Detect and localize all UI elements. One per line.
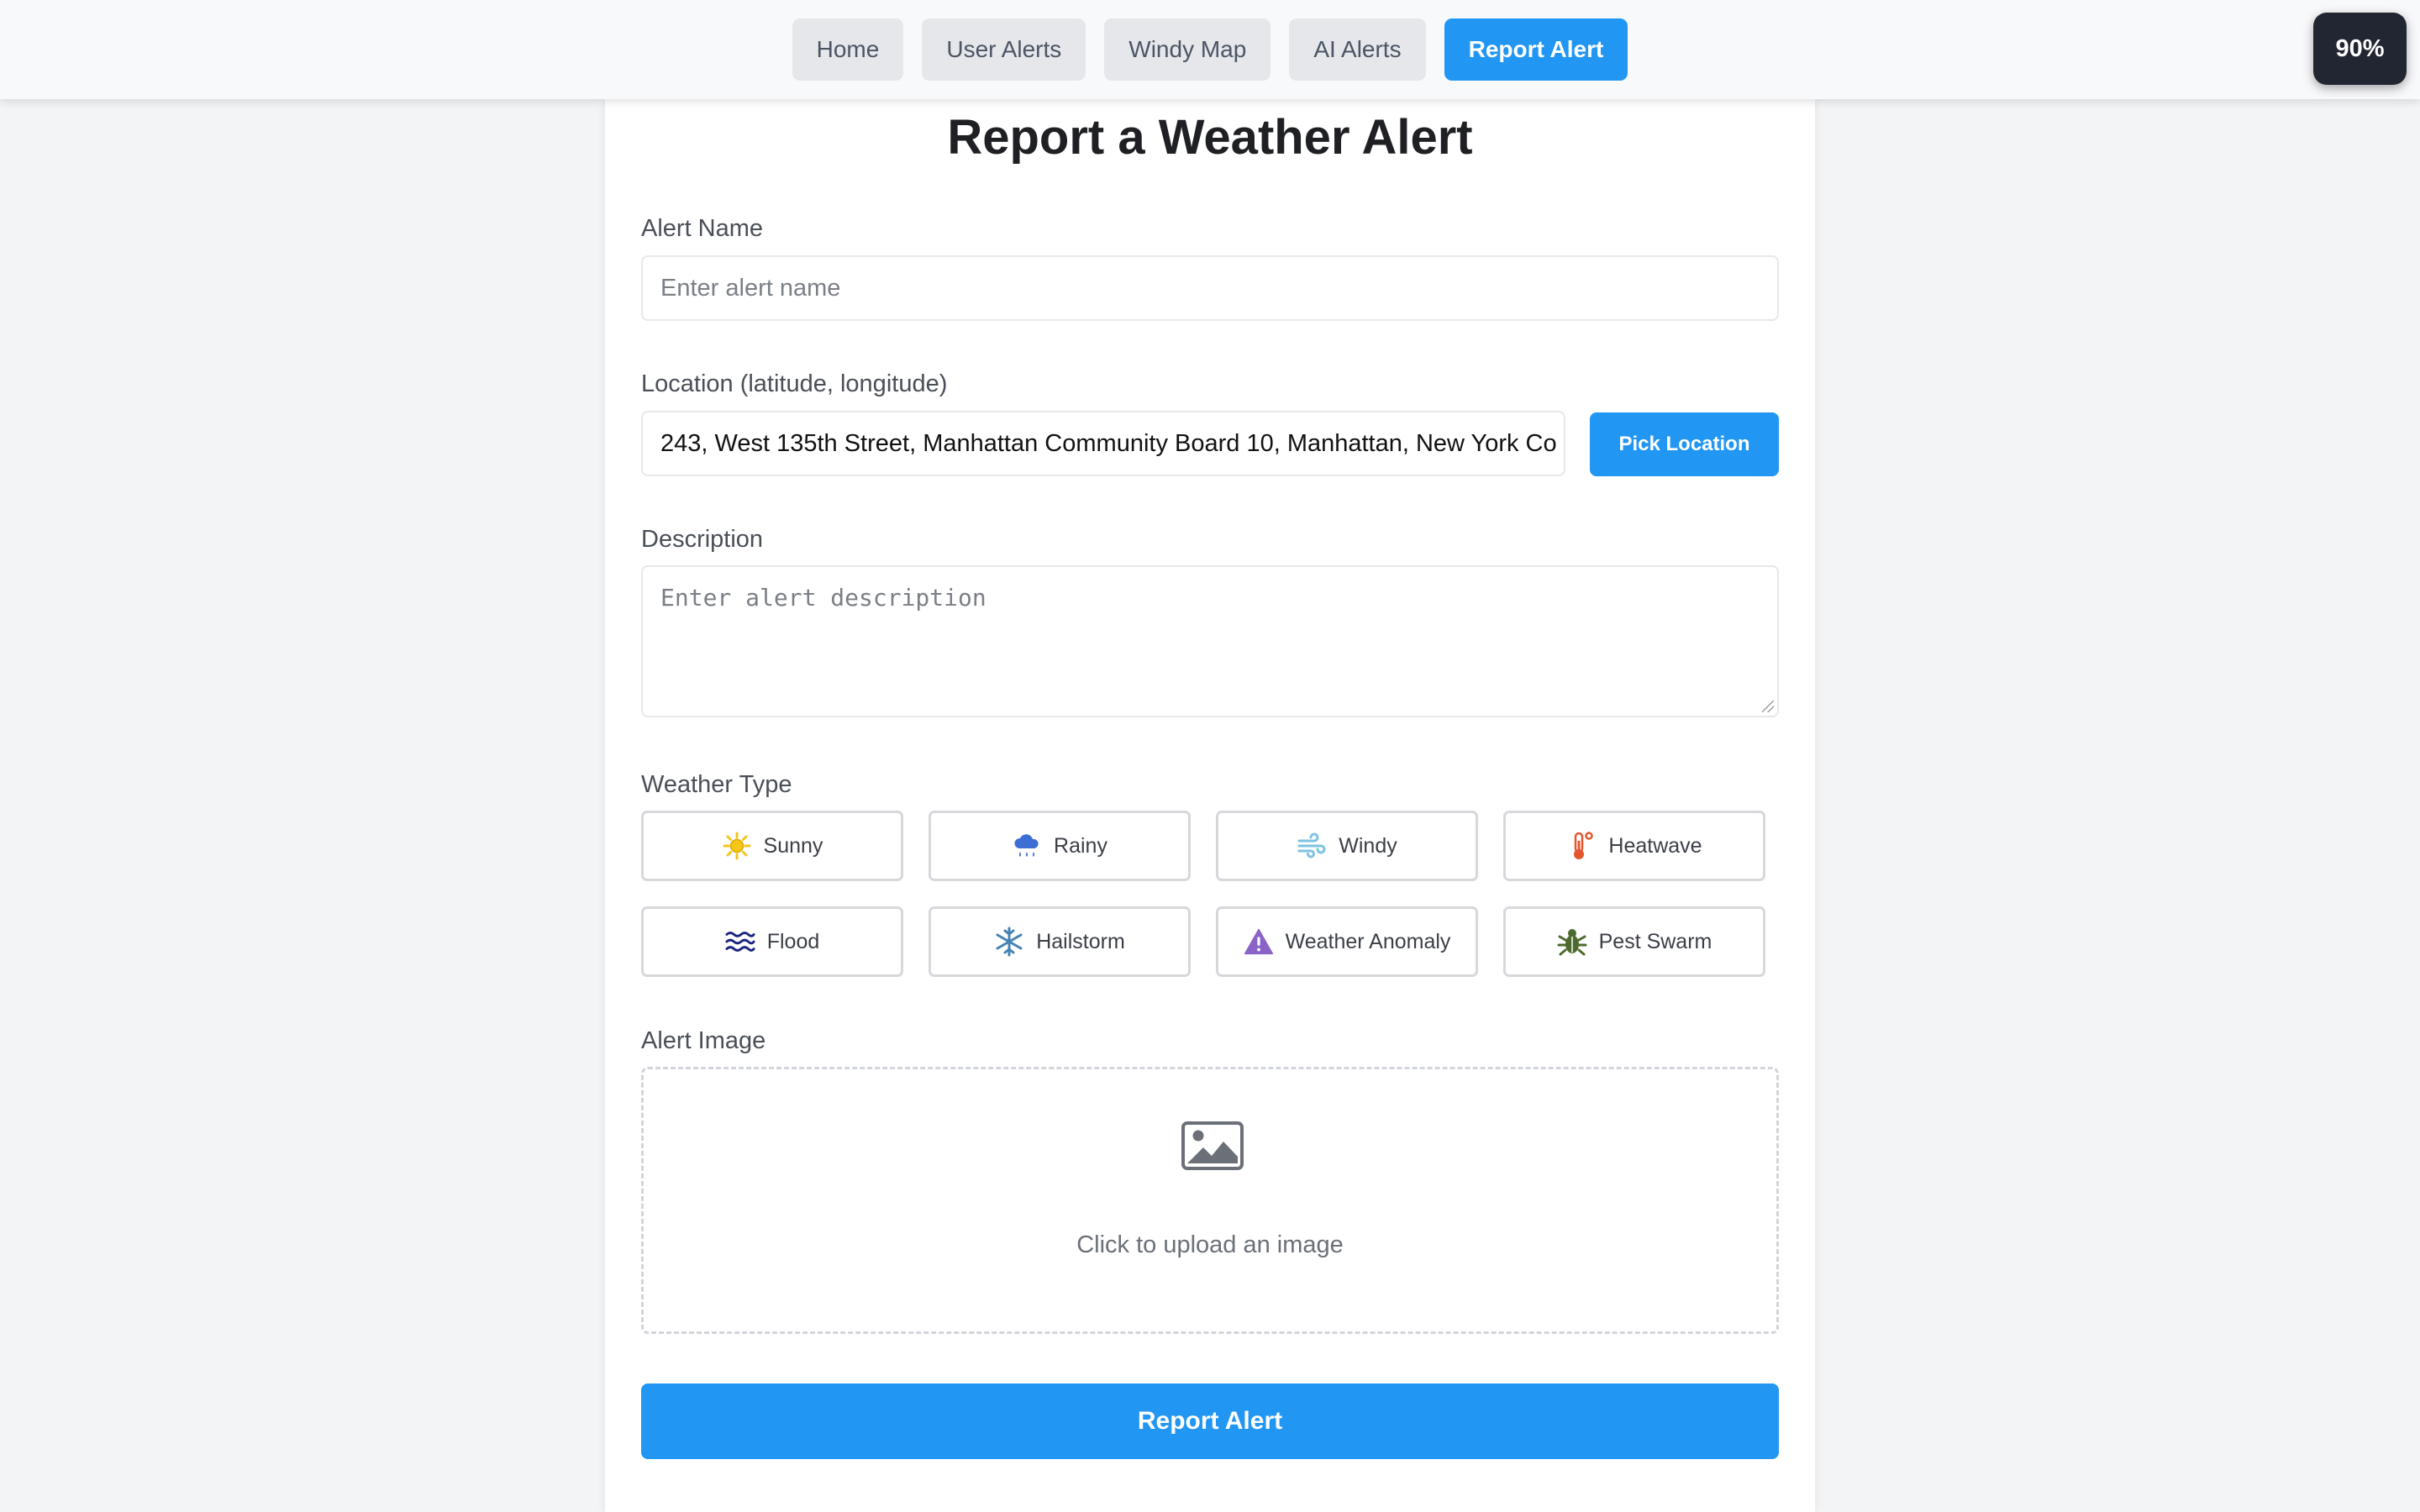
nav-report-alert[interactable]: Report Alert — [1444, 18, 1628, 81]
weather-option-label: Pest Swarm — [1598, 929, 1712, 953]
zoom-indicator: 90% — [2313, 13, 2407, 85]
weather-option-windy[interactable]: Windy — [1216, 811, 1478, 881]
nav-windy-map[interactable]: Windy Map — [1104, 18, 1271, 81]
alert-name-placeholder: Enter alert name — [660, 274, 841, 302]
weather-option-hailstorm[interactable]: Hailstorm — [929, 906, 1191, 977]
rain-cloud-icon — [1012, 831, 1042, 861]
warning-triangle-icon — [1244, 927, 1274, 957]
weather-type-label: Weather Type — [641, 771, 792, 798]
weather-option-heatwave[interactable]: Heatwave — [1503, 811, 1765, 881]
weather-option-pest-swarm[interactable]: Pest Swarm — [1503, 906, 1765, 977]
thermometer-icon — [1566, 831, 1597, 861]
image-upload-area[interactable]: Click to upload an image — [641, 1067, 1779, 1334]
weather-option-anomaly[interactable]: Weather Anomaly — [1216, 906, 1478, 977]
alert-name-input[interactable]: Enter alert name — [641, 255, 1779, 321]
weather-option-sunny[interactable]: Sunny — [641, 811, 903, 881]
wind-icon — [1297, 831, 1327, 861]
location-input[interactable]: 243, West 135th Street, Manhattan Commun… — [641, 411, 1565, 476]
snowflake-icon — [994, 927, 1024, 957]
weather-option-label: Sunny — [763, 833, 823, 858]
alert-name-label: Alert Name — [641, 215, 764, 242]
image-icon — [1181, 1121, 1244, 1170]
description-textarea[interactable]: Enter alert description — [641, 565, 1779, 717]
weather-option-label: Flood — [766, 929, 820, 953]
weather-option-flood[interactable]: Flood — [641, 906, 903, 977]
location-value: 243, West 135th Street, Manhattan Commun… — [660, 429, 1557, 457]
description-placeholder: Enter alert description — [660, 584, 986, 612]
alert-image-label: Alert Image — [641, 1027, 766, 1054]
pick-location-button[interactable]: Pick Location — [1590, 412, 1779, 476]
nav-home[interactable]: Home — [792, 18, 904, 81]
nav-ai-alerts[interactable]: AI Alerts — [1289, 18, 1426, 81]
report-alert-submit-button[interactable]: Report Alert — [641, 1383, 1779, 1459]
top-navigation: Home User Alerts Windy Map AI Alerts Rep… — [0, 0, 2420, 99]
weather-option-label: Hailstorm — [1036, 929, 1125, 953]
bug-icon — [1557, 927, 1587, 957]
weather-option-label: Weather Anomaly — [1285, 929, 1451, 953]
water-waves-icon — [725, 927, 755, 957]
weather-option-rainy[interactable]: Rainy — [929, 811, 1191, 881]
weather-option-label: Rainy — [1054, 833, 1107, 858]
nav-user-alerts[interactable]: User Alerts — [922, 18, 1086, 81]
weather-option-label: Windy — [1339, 833, 1397, 858]
description-label: Description — [641, 526, 764, 553]
resize-handle[interactable] — [1762, 701, 1774, 712]
report-form-card: Report a Weather Alert Alert Name Enter … — [605, 99, 1815, 1512]
location-label: Location (latitude, longitude) — [641, 370, 948, 397]
sun-icon — [722, 831, 752, 861]
page-title: Report a Weather Alert — [947, 110, 1473, 165]
upload-instructions: Click to upload an image — [1076, 1231, 1344, 1258]
weather-option-label: Heatwave — [1608, 833, 1702, 858]
